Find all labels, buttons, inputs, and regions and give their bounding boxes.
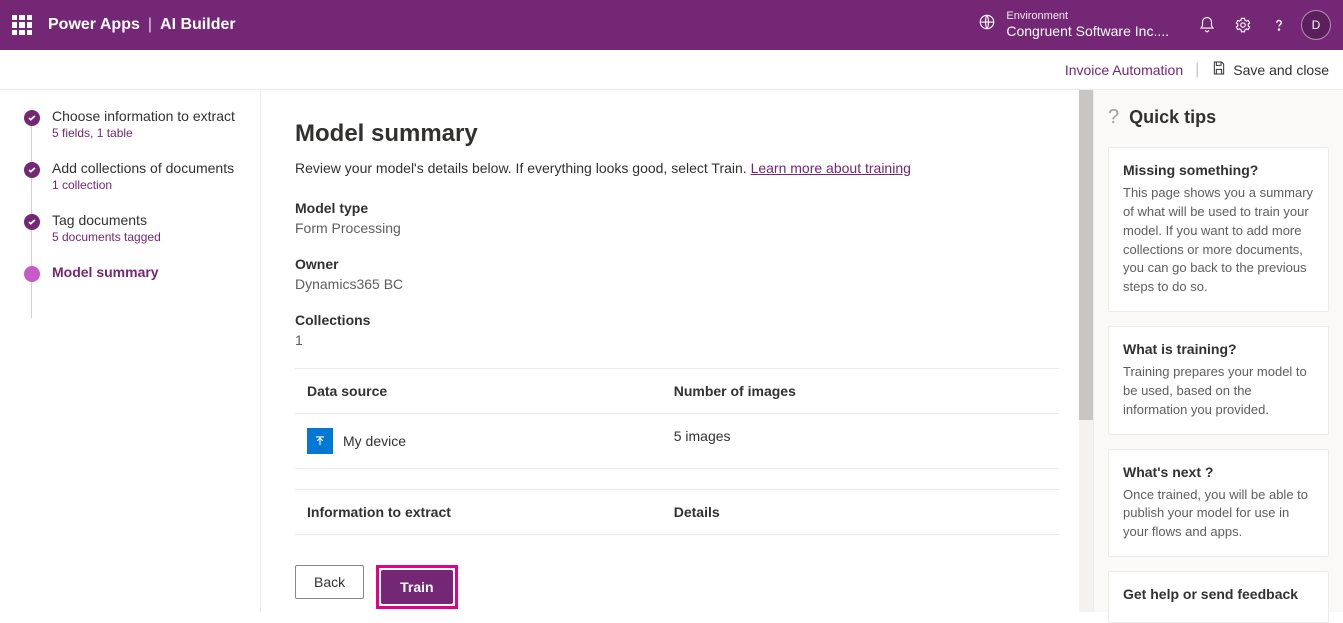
collections-value: 1 <box>295 332 1059 348</box>
scrollbar[interactable] <box>1079 90 1093 612</box>
tip-title: Missing something? <box>1123 162 1314 178</box>
quick-tips-panel: ? Quick tips Missing something? This pag… <box>1093 90 1343 612</box>
images-count-value: 5 images <box>662 414 1059 468</box>
step-add-collections[interactable]: Add collections of documents 1 collectio… <box>24 160 242 192</box>
step-title: Model summary <box>52 264 159 280</box>
tip-card: Get help or send feedback <box>1108 571 1329 623</box>
environment-picker[interactable]: Environment Congruent Software Inc.... <box>978 10 1169 40</box>
environment-name: Congruent Software Inc.... <box>1006 23 1169 40</box>
column-details: Details <box>662 490 1059 534</box>
step-subtitle: 5 fields, 1 table <box>52 126 235 140</box>
tips-heading: ? Quick tips <box>1108 106 1329 129</box>
tip-body: Once trained, you will be able to publis… <box>1123 486 1314 543</box>
model-type-label: Model type <box>295 200 1059 216</box>
tip-card: What is training? Training prepares your… <box>1108 326 1329 435</box>
table-row: My device 5 images <box>295 414 1059 469</box>
settings-icon[interactable] <box>1225 7 1261 43</box>
step-tag-documents[interactable]: Tag documents 5 documents tagged <box>24 212 242 244</box>
step-subtitle: 5 documents tagged <box>52 230 161 244</box>
tip-card: Missing something? This page shows you a… <box>1108 147 1329 312</box>
avatar[interactable]: D <box>1301 10 1331 40</box>
help-icon: ? <box>1108 106 1119 129</box>
notifications-icon[interactable] <box>1189 7 1225 43</box>
column-information: Information to extract <box>295 490 662 534</box>
step-title: Tag documents <box>52 212 161 228</box>
save-and-close-button[interactable]: Save and close <box>1211 60 1329 79</box>
step-subtitle: 1 collection <box>52 178 234 192</box>
environment-label: Environment <box>1006 10 1169 23</box>
step-title: Add collections of documents <box>52 160 234 176</box>
app-name[interactable]: Power Apps <box>48 16 140 34</box>
learn-more-link[interactable]: Learn more about training <box>751 160 911 176</box>
app-divider: | <box>148 16 152 34</box>
information-table: Information to extract Details <box>295 489 1059 535</box>
tip-card: What's next ? Once trained, you will be … <box>1108 449 1329 558</box>
check-icon <box>24 110 40 126</box>
column-number-of-images: Number of images <box>662 369 1059 413</box>
page-title: Model summary <box>295 120 1059 148</box>
app-launcher-icon[interactable] <box>12 15 32 35</box>
tip-title: Get help or send feedback <box>1123 586 1314 602</box>
section-name[interactable]: AI Builder <box>160 16 236 34</box>
subheader-divider: | <box>1195 61 1199 79</box>
tip-body: This page shows you a summary of what wi… <box>1123 184 1314 297</box>
tip-title: What's next ? <box>1123 464 1314 480</box>
step-choose-information[interactable]: Choose information to extract 5 fields, … <box>24 108 242 140</box>
check-icon <box>24 162 40 178</box>
step-model-summary[interactable]: Model summary <box>24 264 242 282</box>
app-header: Power Apps | AI Builder Environment Cong… <box>0 0 1343 50</box>
column-data-source: Data source <box>295 369 662 413</box>
model-type-value: Form Processing <box>295 220 1059 236</box>
page-description: Review your model's details below. If ev… <box>295 160 1059 176</box>
save-icon <box>1211 60 1227 79</box>
main-content: Model summary Review your model's detail… <box>260 90 1093 612</box>
back-button[interactable]: Back <box>295 565 364 599</box>
help-icon[interactable] <box>1261 7 1297 43</box>
wizard-sidebar: Choose information to extract 5 fields, … <box>0 90 260 612</box>
upload-icon <box>307 428 333 454</box>
save-label: Save and close <box>1233 62 1329 78</box>
tip-body: Training prepares your model to be used,… <box>1123 363 1314 420</box>
check-icon <box>24 214 40 230</box>
owner-value: Dynamics365 BC <box>295 276 1059 292</box>
subheader: Invoice Automation | Save and close <box>0 50 1343 90</box>
globe-icon <box>978 13 996 36</box>
collections-label: Collections <box>295 312 1059 328</box>
step-title: Choose information to extract <box>52 108 235 124</box>
tip-title: What is training? <box>1123 341 1314 357</box>
data-source-table: Data source Number of images My device 5… <box>295 368 1059 469</box>
train-button[interactable]: Train <box>381 570 452 604</box>
breadcrumb[interactable]: Invoice Automation <box>1065 62 1183 78</box>
data-source-value: My device <box>343 433 406 449</box>
current-step-icon <box>24 266 40 282</box>
owner-label: Owner <box>295 256 1059 272</box>
